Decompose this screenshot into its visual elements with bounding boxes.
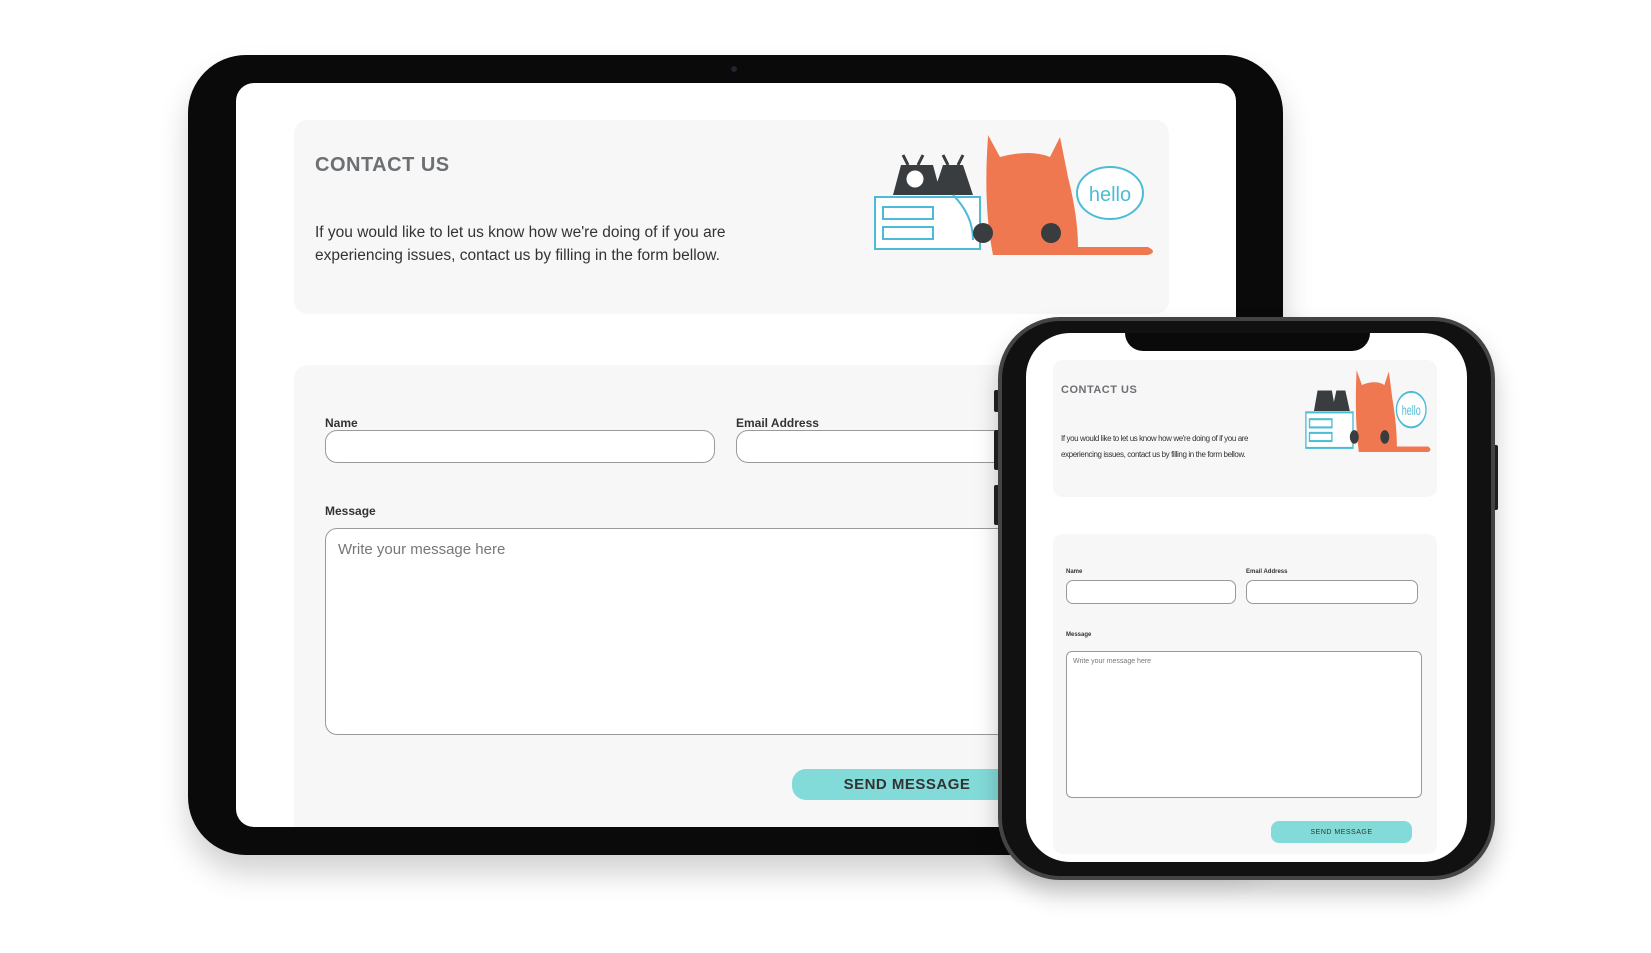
name-label: Name [325,416,358,430]
intro-line: If you would like to let us know how we'… [1061,434,1249,443]
email-label: Email Address [1246,569,1288,575]
page-title: CONTACT US [1061,384,1138,396]
phone-screen: CONTACT US If you would like to let us k… [1026,333,1467,862]
phone-notch [1125,333,1370,351]
intro-line: If you would like to let us know how we'… [315,224,726,241]
contact-form: Name Email Address Message Write your me… [1053,534,1437,854]
message-textarea[interactable]: Write your message here [1066,651,1422,798]
message-label: Message [1066,632,1092,638]
intro-text: If you would like to let us know how we'… [1061,431,1248,463]
header-card: CONTACT US If you would like to let us k… [294,120,1169,314]
send-message-button[interactable]: SEND MESSAGE [792,769,1022,800]
page-title: CONTACT US [315,154,450,176]
cat-phone-illustration: hello [1305,370,1431,452]
tablet-camera [731,66,737,72]
intro-line: experiencing issues, contact us by filli… [315,247,720,264]
name-label: Name [1066,569,1083,575]
name-input[interactable] [1066,580,1236,604]
send-message-button[interactable]: SEND MESSAGE [1271,821,1412,843]
name-input[interactable] [325,430,715,463]
email-label: Email Address [736,416,819,430]
email-input[interactable] [1246,580,1418,604]
header-card: CONTACT US If you would like to let us k… [1053,360,1437,497]
cat-phone-illustration: hello [874,135,1153,255]
hello-bubble-text: hello [1089,184,1131,206]
intro-text: If you would like to let us know how we'… [315,221,726,267]
message-placeholder: Write your message here [1073,658,1152,665]
intro-line: experiencing issues, contact us by filli… [1061,450,1246,459]
message-label: Message [325,504,376,518]
hello-bubble-text: hello [1402,404,1421,418]
message-placeholder: Write your message here [338,541,506,558]
